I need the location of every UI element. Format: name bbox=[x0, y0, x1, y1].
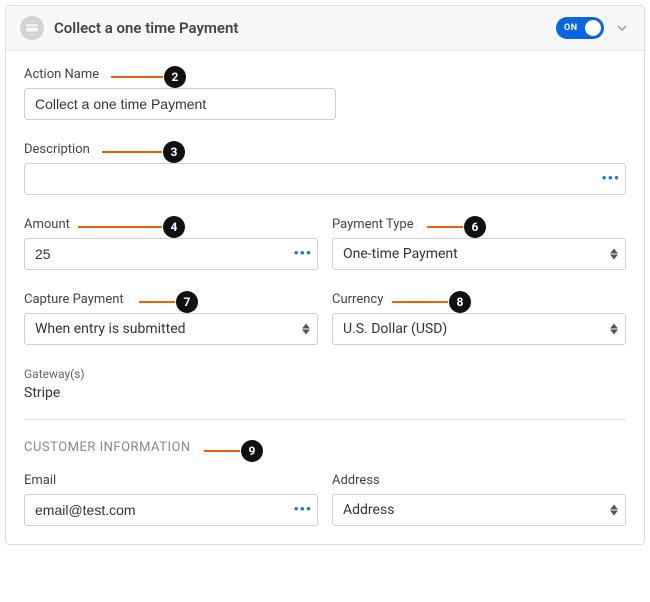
amount-group: Amount ••• 4 bbox=[24, 217, 318, 270]
address-group: Address Address bbox=[332, 473, 626, 526]
action-name-label: Action Name bbox=[24, 67, 626, 82]
customer-info-title: CUSTOMER INFORMATION bbox=[24, 440, 191, 455]
payment-type-label: Payment Type bbox=[332, 217, 626, 232]
action-name-input[interactable] bbox=[24, 88, 336, 120]
email-input[interactable] bbox=[24, 494, 318, 526]
currency-group: Currency U.S. Dollar (USD) 8 bbox=[332, 292, 626, 345]
payment-action-panel: Collect a one time Payment ON Action Nam… bbox=[5, 5, 645, 545]
payment-type-value: One-time Payment bbox=[343, 246, 458, 262]
currency-label: Currency bbox=[332, 292, 626, 307]
email-field-picker-icon[interactable]: ••• bbox=[293, 502, 312, 518]
email-label: Email bbox=[24, 473, 318, 488]
customer-info-section-header: CUSTOMER INFORMATION 9 bbox=[24, 440, 626, 455]
toggle-label: ON bbox=[564, 23, 578, 33]
amount-label: Amount bbox=[24, 217, 318, 232]
address-select[interactable]: Address bbox=[332, 494, 626, 526]
payment-type-group: Payment Type One-time Payment 6 bbox=[332, 217, 626, 270]
address-label: Address bbox=[332, 473, 626, 488]
toggle-knob bbox=[585, 20, 601, 36]
description-field-picker-icon[interactable]: ••• bbox=[601, 171, 620, 187]
email-group: Email ••• bbox=[24, 473, 318, 526]
divider bbox=[24, 419, 626, 420]
amount-input[interactable] bbox=[24, 238, 318, 270]
panel-body: Action Name 2 Description ••• 3 Amount bbox=[6, 51, 644, 544]
description-input[interactable] bbox=[24, 163, 626, 195]
amount-field-picker-icon[interactable]: ••• bbox=[293, 246, 312, 262]
payment-icon bbox=[20, 16, 44, 40]
gateways-label: Gateway(s) bbox=[24, 367, 626, 381]
payment-type-select[interactable]: One-time Payment bbox=[332, 238, 626, 270]
capture-payment-select[interactable]: When entry is submitted bbox=[24, 313, 318, 345]
description-label: Description bbox=[24, 142, 626, 157]
currency-value: U.S. Dollar (USD) bbox=[343, 321, 447, 337]
gateways-group: Gateway(s) Stripe bbox=[24, 367, 626, 401]
panel-title: Collect a one time Payment bbox=[54, 19, 546, 37]
enable-toggle[interactable]: ON bbox=[556, 17, 604, 39]
capture-payment-value: When entry is submitted bbox=[35, 321, 186, 337]
capture-payment-label: Capture Payment bbox=[24, 292, 318, 307]
callout-9: 9 bbox=[241, 440, 263, 462]
action-name-group: Action Name 2 bbox=[24, 67, 626, 120]
address-value: Address bbox=[343, 502, 394, 518]
gateways-value: Stripe bbox=[24, 385, 626, 401]
chevron-down-icon[interactable] bbox=[614, 20, 630, 36]
panel-header: Collect a one time Payment ON bbox=[6, 6, 644, 51]
currency-select[interactable]: U.S. Dollar (USD) bbox=[332, 313, 626, 345]
description-group: Description ••• 3 bbox=[24, 142, 626, 195]
capture-payment-group: Capture Payment When entry is submitted … bbox=[24, 292, 318, 345]
